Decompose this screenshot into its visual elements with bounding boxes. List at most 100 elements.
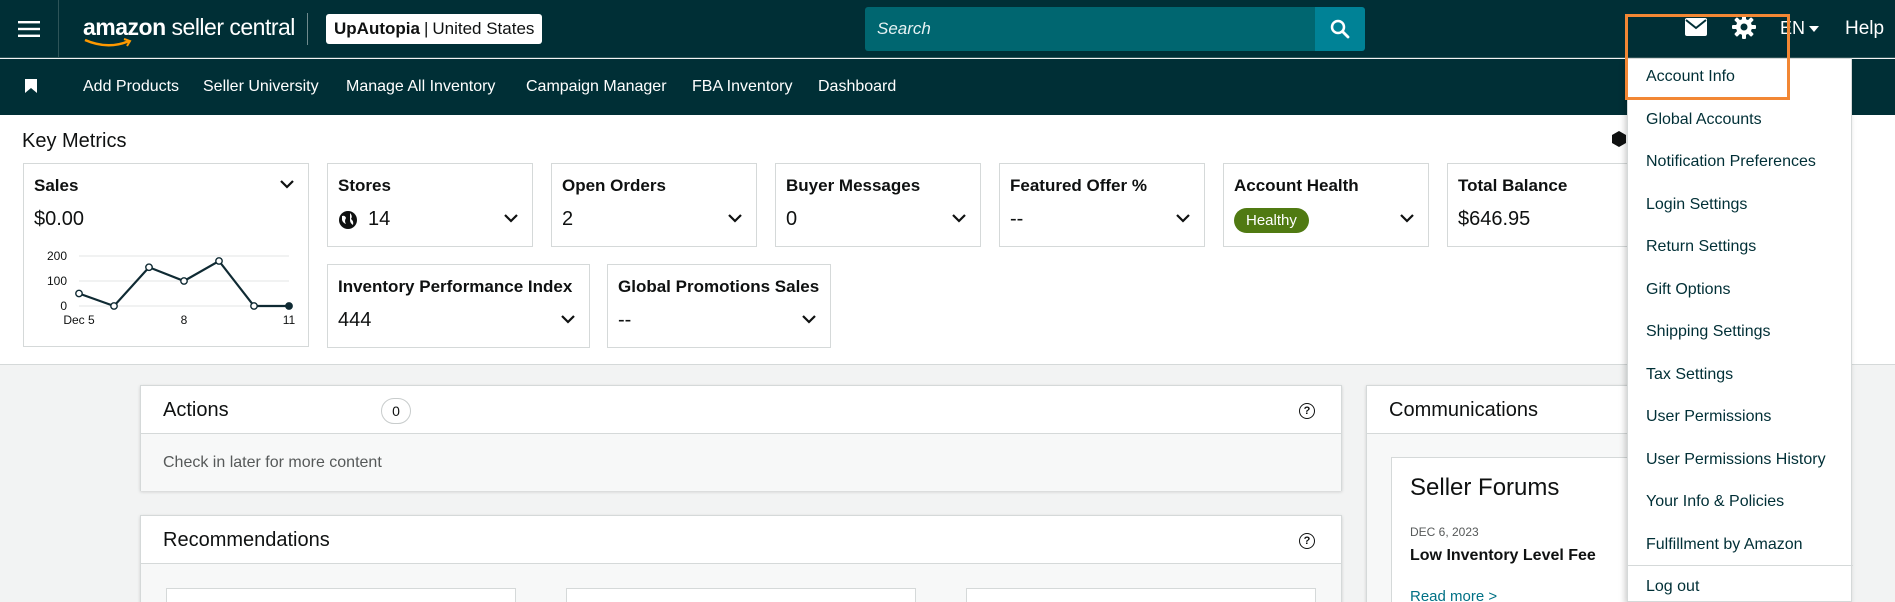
cube-icon <box>1612 131 1626 147</box>
chevron-down-icon[interactable] <box>728 214 742 223</box>
search-button[interactable] <box>1315 7 1365 51</box>
nav-add-products[interactable]: Add Products <box>83 78 179 96</box>
store-separator: | <box>423 19 429 38</box>
menu-item-shipping-settings[interactable]: Shipping Settings <box>1646 323 1771 341</box>
nav-fba-inventory[interactable]: FBA Inventory <box>692 78 793 96</box>
chevron-down-icon[interactable] <box>1176 214 1190 223</box>
featured-offer-label: Featured Offer % <box>1010 176 1147 195</box>
menu-item-return-settings[interactable]: Return Settings <box>1646 238 1756 256</box>
recommendations-title: Recommendations <box>163 529 330 551</box>
chart-y-tick-label: 200 <box>47 249 67 263</box>
communications-panel: Communications Seller Forums DEC 6, 2023… <box>1366 385 1667 602</box>
global-promotions-label: Global Promotions Sales <box>618 277 820 296</box>
read-more-link[interactable]: Read more > <box>1410 588 1497 602</box>
sales-card[interactable]: Sales $0.00 200 100 0 Dec 5 8 11 <box>23 163 309 347</box>
menu-item-user-permissions-history[interactable]: User Permissions History <box>1646 451 1826 469</box>
search-icon <box>1330 19 1350 39</box>
help-circle-icon[interactable]: ? <box>1299 403 1315 419</box>
bookmarks-button[interactable] <box>25 79 37 98</box>
seller-central-logo[interactable]: amazon seller central <box>83 14 296 47</box>
account-health-label: Account Health <box>1234 176 1359 195</box>
total-balance-card[interactable]: Total Balance $646.95 <box>1447 163 1653 247</box>
sales-point <box>145 263 153 272</box>
nav-campaign-manager[interactable]: Campaign Manager <box>526 78 667 96</box>
store-name: UpAutopia <box>334 19 420 38</box>
logo-brand: amazon <box>83 14 166 40</box>
recommendations-body <box>141 563 1341 602</box>
seller-forums-card: Seller Forums DEC 6, 2023 Low Inventory … <box>1391 457 1667 602</box>
menu-item-notification-preferences[interactable]: Notification Preferences <box>1646 153 1816 171</box>
menu-hamburger-button[interactable] <box>0 0 59 58</box>
open-orders-card[interactable]: Open Orders 2 <box>551 163 757 247</box>
menu-item-your-info-policies[interactable]: Your Info & Policies <box>1646 493 1784 511</box>
communications-body: Seller Forums DEC 6, 2023 Low Inventory … <box>1367 433 1667 602</box>
buyer-messages-card[interactable]: Buyer Messages 0 <box>775 163 981 247</box>
chart-x-tick-label: 11 <box>283 313 296 327</box>
help-link[interactable]: Help <box>1845 18 1884 40</box>
chevron-down-icon[interactable] <box>561 315 575 324</box>
inventory-performance-value: 444 <box>338 309 372 331</box>
chevron-down-icon[interactable] <box>952 214 966 223</box>
globe-icon <box>339 210 357 229</box>
sales-value: $0.00 <box>34 208 85 230</box>
key-metrics-title: Key Metrics <box>22 130 127 152</box>
chevron-down-icon[interactable] <box>280 180 294 189</box>
global-promotions-card[interactable]: Global Promotions Sales -- <box>607 264 831 348</box>
chevron-down-icon[interactable] <box>802 315 816 324</box>
help-circle-icon[interactable]: ? <box>1299 533 1315 549</box>
menu-item-tax-settings[interactable]: Tax Settings <box>1646 366 1733 384</box>
stores-card[interactable]: Stores 14 <box>327 163 533 247</box>
settings-dropdown-menu: Account Info Global Accounts Notificatio… <box>1627 58 1853 602</box>
sales-point <box>250 302 258 310</box>
menu-item-log-out[interactable]: Log out <box>1646 578 1699 596</box>
menu-item-login-settings[interactable]: Login Settings <box>1646 196 1747 214</box>
highlight-box <box>1625 14 1790 100</box>
featured-offer-card[interactable]: Featured Offer % -- <box>999 163 1205 247</box>
recommendations-panel: Recommendations ? <box>140 515 1342 602</box>
recommendation-card[interactable] <box>166 588 516 602</box>
recommendation-card[interactable] <box>966 588 1316 602</box>
actions-panel: Actions 0 ? Check in later for more cont… <box>140 385 1342 491</box>
stores-value: 14 <box>368 208 391 230</box>
menu-item-gift-options[interactable]: Gift Options <box>1646 281 1730 299</box>
inventory-performance-card[interactable]: Inventory Performance Index 444 <box>327 264 590 348</box>
buyer-messages-label: Buyer Messages <box>786 176 921 195</box>
total-balance-value: $646.95 <box>1458 208 1531 230</box>
healthy-badge: Healthy <box>1234 208 1309 233</box>
logo-product: seller central <box>171 14 296 40</box>
sales-point <box>285 302 293 310</box>
header-divider <box>307 13 308 45</box>
communications-title: Communications <box>1389 399 1538 421</box>
chevron-down-icon[interactable] <box>1400 214 1414 223</box>
menu-item-global-accounts[interactable]: Global Accounts <box>1646 111 1762 129</box>
hamburger-icon <box>18 21 40 37</box>
nav-manage-all-inventory[interactable]: Manage All Inventory <box>346 78 495 96</box>
menu-item-fulfillment-by-amazon[interactable]: Fulfillment by Amazon <box>1646 536 1803 554</box>
menu-separator <box>1628 565 1853 566</box>
account-health-card[interactable]: Account Health Healthy <box>1223 163 1429 247</box>
nav-dashboard[interactable]: Dashboard <box>818 78 896 96</box>
store-selector[interactable]: UpAutopia | United States <box>326 14 543 44</box>
search-box <box>865 7 1315 51</box>
chevron-down-icon[interactable] <box>504 214 518 223</box>
forum-post-date: DEC 6, 2023 <box>1410 525 1479 539</box>
chart-y-tick-label: 0 <box>60 299 67 313</box>
forum-post-headline[interactable]: Low Inventory Level Fee <box>1410 547 1596 565</box>
caret-down-icon <box>1809 25 1820 32</box>
actions-title: Actions <box>163 399 229 421</box>
actions-count-badge: 0 <box>381 398 411 424</box>
inventory-performance-label: Inventory Performance Index <box>338 277 573 296</box>
amazon-smile-icon <box>84 38 132 47</box>
sales-point <box>180 277 188 285</box>
sales-point <box>110 302 118 310</box>
buyer-messages-value: 0 <box>786 208 798 230</box>
sales-label: Sales <box>34 176 79 195</box>
nav-bar: Add Products Seller University Manage Al… <box>0 59 1895 115</box>
search-input[interactable] <box>877 19 1277 39</box>
top-bar: amazon seller central UpAutopia | United… <box>0 0 1895 58</box>
menu-item-user-permissions[interactable]: User Permissions <box>1646 408 1771 426</box>
actions-body: Check in later for more content <box>141 433 1341 491</box>
recommendation-card[interactable] <box>566 588 916 602</box>
total-balance-label: Total Balance <box>1458 176 1568 195</box>
nav-seller-university[interactable]: Seller University <box>203 78 319 96</box>
